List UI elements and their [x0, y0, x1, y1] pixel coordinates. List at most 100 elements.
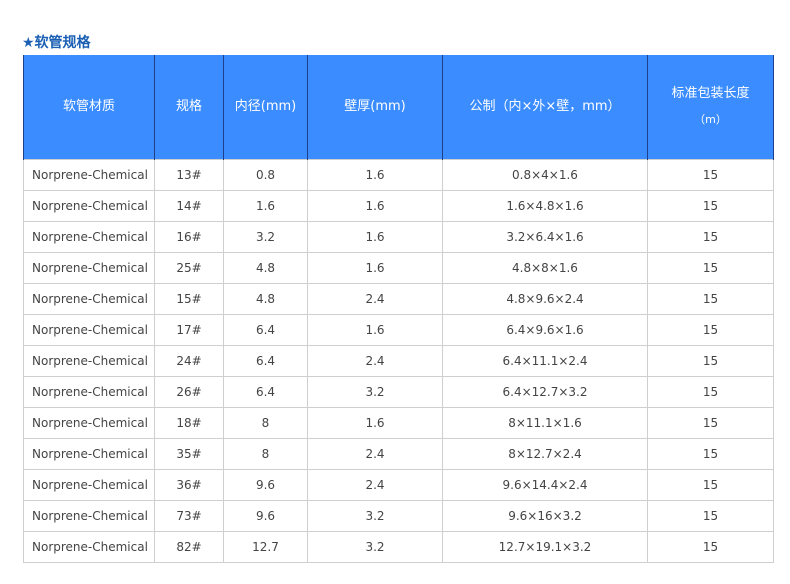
table-row: Norprene-Chemical 17# 6.4 1.6 6.4×9.6×1.6 15	[23, 313, 774, 346]
cell-material: Norprene-Chemical	[23, 344, 155, 377]
cell-package-length: 15	[647, 468, 774, 501]
header-package-length: 标准包装长度 （m）	[647, 55, 774, 159]
header-package-length-label: 标准包装长度	[671, 85, 750, 101]
cell-spec: 35#	[154, 437, 224, 470]
cell-material: Norprene-Chemical	[23, 499, 155, 532]
cell-package-length: 15	[647, 375, 774, 408]
cell-metric: 8×11.1×1.6	[442, 406, 648, 439]
cell-spec: 26#	[154, 375, 224, 408]
cell-inner-diameter: 8	[223, 437, 308, 470]
cell-material: Norprene-Chemical	[23, 468, 155, 501]
cell-inner-diameter: 9.6	[223, 499, 308, 532]
cell-inner-diameter: 6.4	[223, 344, 308, 377]
table-row: Norprene-Chemical 16# 3.2 1.6 3.2×6.4×1.6 15	[23, 220, 774, 253]
cell-wall-thickness: 2.4	[307, 437, 443, 470]
hose-spec-table: 软管材质 规格 内径(mm) 壁厚(mm) 公制（内×外×壁，mm） 标准包装长…	[23, 55, 774, 563]
cell-metric: 6.4×11.1×2.4	[442, 344, 648, 377]
cell-metric: 6.4×12.7×3.2	[442, 375, 648, 408]
cell-metric: 4.8×9.6×2.4	[442, 282, 648, 315]
cell-metric: 8×12.7×2.4	[442, 437, 648, 470]
cell-inner-diameter: 6.4	[223, 313, 308, 346]
cell-wall-thickness: 3.2	[307, 530, 443, 563]
cell-inner-diameter: 1.6	[223, 189, 308, 222]
cell-spec: 13#	[154, 158, 224, 191]
table-row: Norprene-Chemical 26# 6.4 3.2 6.4×12.7×3.2 15	[23, 375, 774, 408]
cell-package-length: 15	[647, 344, 774, 377]
cell-material: Norprene-Chemical	[23, 220, 155, 253]
cell-inner-diameter: 4.8	[223, 282, 308, 315]
cell-wall-thickness: 2.4	[307, 282, 443, 315]
cell-metric: 0.8×4×1.6	[442, 158, 648, 191]
cell-inner-diameter: 0.8	[223, 158, 308, 191]
table-row: Norprene-Chemical 82# 12.7 3.2 12.7×19.1×3.2…	[23, 530, 774, 563]
cell-metric: 9.6×14.4×2.4	[442, 468, 648, 501]
table-row: Norprene-Chemical 35# 8 2.4 8×12.7×2.4 15	[23, 437, 774, 470]
cell-spec: 82#	[154, 530, 224, 563]
table-row: Norprene-Chemical 36# 9.6 2.4 9.6×14.4×2.4 15	[23, 468, 774, 501]
header-spec: 规格	[154, 55, 224, 159]
cell-spec: 24#	[154, 344, 224, 377]
cell-spec: 14#	[154, 189, 224, 222]
cell-metric: 1.6×4.8×1.6	[442, 189, 648, 222]
cell-material: Norprene-Chemical	[23, 313, 155, 346]
table-row: Norprene-Chemical 14# 1.6 1.6 1.6×4.8×1.6 15	[23, 189, 774, 222]
cell-wall-thickness: 1.6	[307, 406, 443, 439]
cell-package-length: 15	[647, 499, 774, 532]
cell-metric: 6.4×9.6×1.6	[442, 313, 648, 346]
table-row: Norprene-Chemical 13# 0.8 1.6 0.8×4×1.6 15	[23, 158, 774, 191]
cell-spec: 25#	[154, 251, 224, 284]
header-material: 软管材质	[23, 55, 155, 159]
cell-wall-thickness: 3.2	[307, 375, 443, 408]
cell-material: Norprene-Chemical	[23, 437, 155, 470]
table-row: Norprene-Chemical 73# 9.6 3.2 9.6×16×3.2 15	[23, 499, 774, 532]
cell-package-length: 15	[647, 282, 774, 315]
cell-package-length: 15	[647, 158, 774, 191]
header-metric: 公制（内×外×壁，mm）	[442, 55, 648, 159]
table-body: Norprene-Chemical 13# 0.8 1.6 0.8×4×1.6 15 Nor…	[23, 158, 774, 563]
section-title: ★软管规格	[22, 35, 91, 51]
cell-wall-thickness: 1.6	[307, 313, 443, 346]
cell-spec: 18#	[154, 406, 224, 439]
cell-inner-diameter: 3.2	[223, 220, 308, 253]
cell-package-length: 15	[647, 437, 774, 470]
table-row: Norprene-Chemical 15# 4.8 2.4 4.8×9.6×2.4 15	[23, 282, 774, 315]
cell-metric: 9.6×16×3.2	[442, 499, 648, 532]
cell-inner-diameter: 8	[223, 406, 308, 439]
cell-spec: 17#	[154, 313, 224, 346]
cell-spec: 73#	[154, 499, 224, 532]
cell-metric: 12.7×19.1×3.2	[442, 530, 648, 563]
cell-wall-thickness: 1.6	[307, 251, 443, 284]
table-header: 软管材质 规格 内径(mm) 壁厚(mm) 公制（内×外×壁，mm） 标准包装长…	[23, 55, 774, 159]
header-row: 软管材质 规格 内径(mm) 壁厚(mm) 公制（内×外×壁，mm） 标准包装长…	[23, 55, 774, 159]
cell-spec: 15#	[154, 282, 224, 315]
cell-material: Norprene-Chemical	[23, 282, 155, 315]
cell-package-length: 15	[647, 530, 774, 563]
cell-spec: 36#	[154, 468, 224, 501]
header-wall-thickness: 壁厚(mm)	[307, 55, 443, 159]
cell-inner-diameter: 6.4	[223, 375, 308, 408]
header-inner-diameter: 内径(mm)	[223, 55, 308, 159]
cell-inner-diameter: 12.7	[223, 530, 308, 563]
cell-material: Norprene-Chemical	[23, 530, 155, 563]
cell-spec: 16#	[154, 220, 224, 253]
table-row: Norprene-Chemical 24# 6.4 2.4 6.4×11.1×2.4 15	[23, 344, 774, 377]
cell-package-length: 15	[647, 406, 774, 439]
cell-material: Norprene-Chemical	[23, 189, 155, 222]
cell-package-length: 15	[647, 251, 774, 284]
cell-wall-thickness: 3.2	[307, 499, 443, 532]
table-row: Norprene-Chemical 18# 8 1.6 8×11.1×1.6 15	[23, 406, 774, 439]
cell-inner-diameter: 4.8	[223, 251, 308, 284]
cell-material: Norprene-Chemical	[23, 251, 155, 284]
cell-metric: 4.8×8×1.6	[442, 251, 648, 284]
cell-wall-thickness: 2.4	[307, 344, 443, 377]
table-row: Norprene-Chemical 25# 4.8 1.6 4.8×8×1.6 15	[23, 251, 774, 284]
header-package-length-unit: （m）	[694, 112, 727, 126]
cell-package-length: 15	[647, 189, 774, 222]
cell-inner-diameter: 9.6	[223, 468, 308, 501]
cell-wall-thickness: 1.6	[307, 189, 443, 222]
cell-package-length: 15	[647, 220, 774, 253]
cell-package-length: 15	[647, 313, 774, 346]
cell-wall-thickness: 1.6	[307, 220, 443, 253]
cell-material: Norprene-Chemical	[23, 406, 155, 439]
cell-wall-thickness: 1.6	[307, 158, 443, 191]
